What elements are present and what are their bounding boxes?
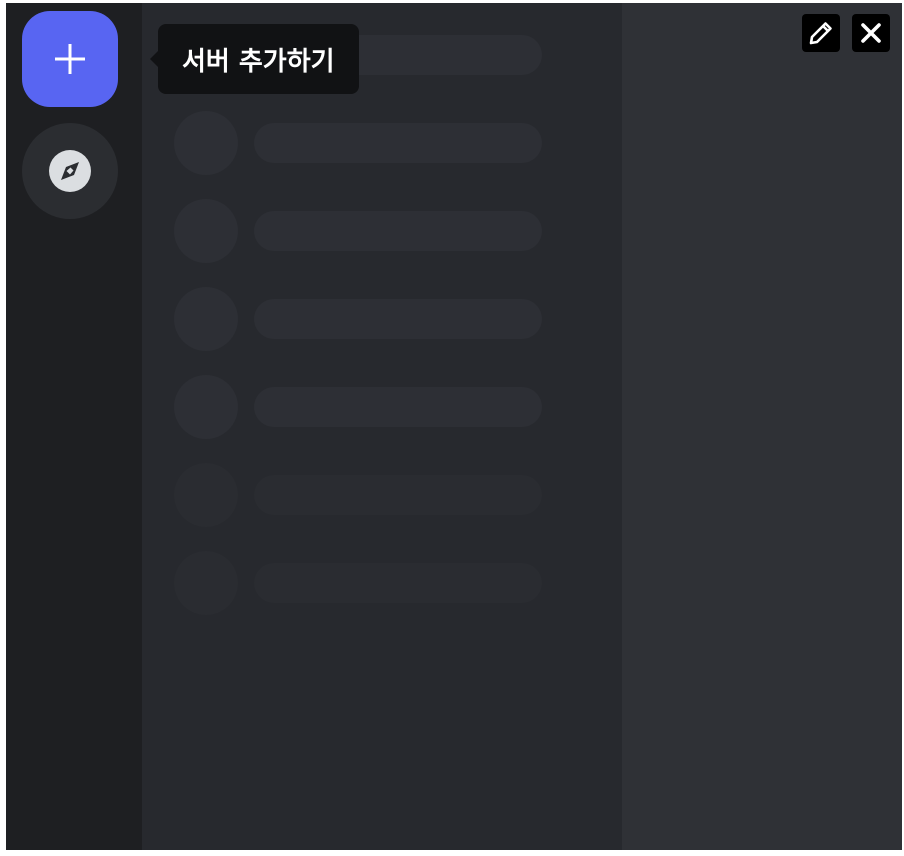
pencil-icon [809, 22, 832, 45]
server-sidebar [6, 3, 142, 850]
close-button[interactable] [852, 14, 890, 52]
placeholder-bar [254, 387, 542, 427]
placeholder-row [174, 111, 544, 175]
compass-icon [49, 150, 91, 192]
close-icon [861, 23, 881, 43]
placeholder-bar [254, 563, 542, 603]
explore-servers-button[interactable] [22, 123, 118, 219]
placeholder-row [174, 551, 544, 615]
placeholder-row [174, 463, 544, 527]
placeholder-avatar [174, 287, 238, 351]
placeholder-row [174, 375, 544, 439]
tooltip-arrow [150, 51, 158, 67]
placeholder-avatar [174, 111, 238, 175]
placeholder-bar [254, 123, 542, 163]
channel-list-placeholder [142, 3, 622, 850]
app-window: 서버 추가하기 [6, 3, 902, 850]
add-server-tooltip: 서버 추가하기 [150, 24, 359, 94]
placeholder-avatar [174, 551, 238, 615]
placeholder-row [174, 287, 544, 351]
placeholder-bar [254, 299, 542, 339]
placeholder-row [174, 199, 544, 263]
placeholder-avatar [174, 375, 238, 439]
edit-button[interactable] [802, 14, 840, 52]
placeholder-avatar [174, 463, 238, 527]
tooltip-label: 서버 추가하기 [182, 46, 335, 77]
main-content [622, 3, 902, 850]
placeholder-avatar [174, 199, 238, 263]
plus-icon [55, 44, 85, 74]
placeholder-bar [254, 475, 542, 515]
add-server-button[interactable] [22, 11, 118, 107]
placeholder-bar [254, 211, 542, 251]
